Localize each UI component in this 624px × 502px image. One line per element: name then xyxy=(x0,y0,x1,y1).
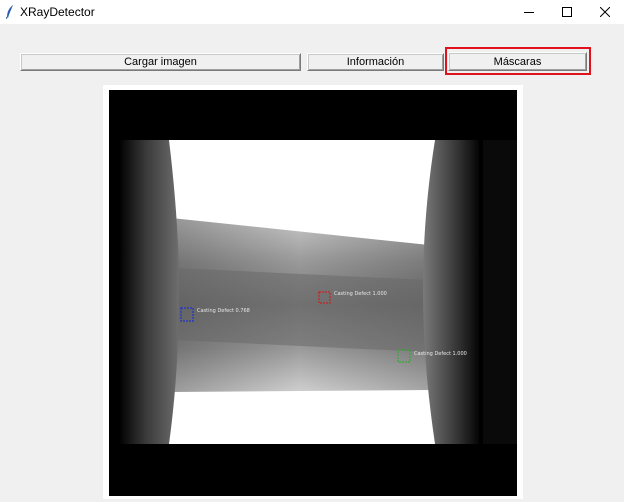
xray-image: Casting Defect 0.768 Casting Defect 1.00… xyxy=(109,90,517,496)
window-title: XRayDetector xyxy=(20,5,95,19)
title-bar[interactable]: XRayDetector xyxy=(0,0,624,24)
feather-icon xyxy=(6,5,13,19)
minimize-button[interactable] xyxy=(510,0,548,24)
detection-label-2: Casting Defect 1.000 xyxy=(414,351,467,357)
masks-highlight-frame xyxy=(445,47,591,75)
load-image-button[interactable]: Cargar imagen xyxy=(20,53,301,71)
maximize-icon xyxy=(562,7,572,17)
maximize-button[interactable] xyxy=(548,0,586,24)
app-window: XRayDetector Cargar imagen Información M… xyxy=(0,0,624,502)
detection-label-0: Casting Defect 0.768 xyxy=(197,308,250,314)
detection-label-1: Casting Defect 1.000 xyxy=(334,291,387,297)
minimize-icon xyxy=(524,12,534,13)
info-button[interactable]: Información xyxy=(307,53,444,71)
close-button[interactable] xyxy=(586,0,624,24)
close-icon xyxy=(600,7,610,17)
